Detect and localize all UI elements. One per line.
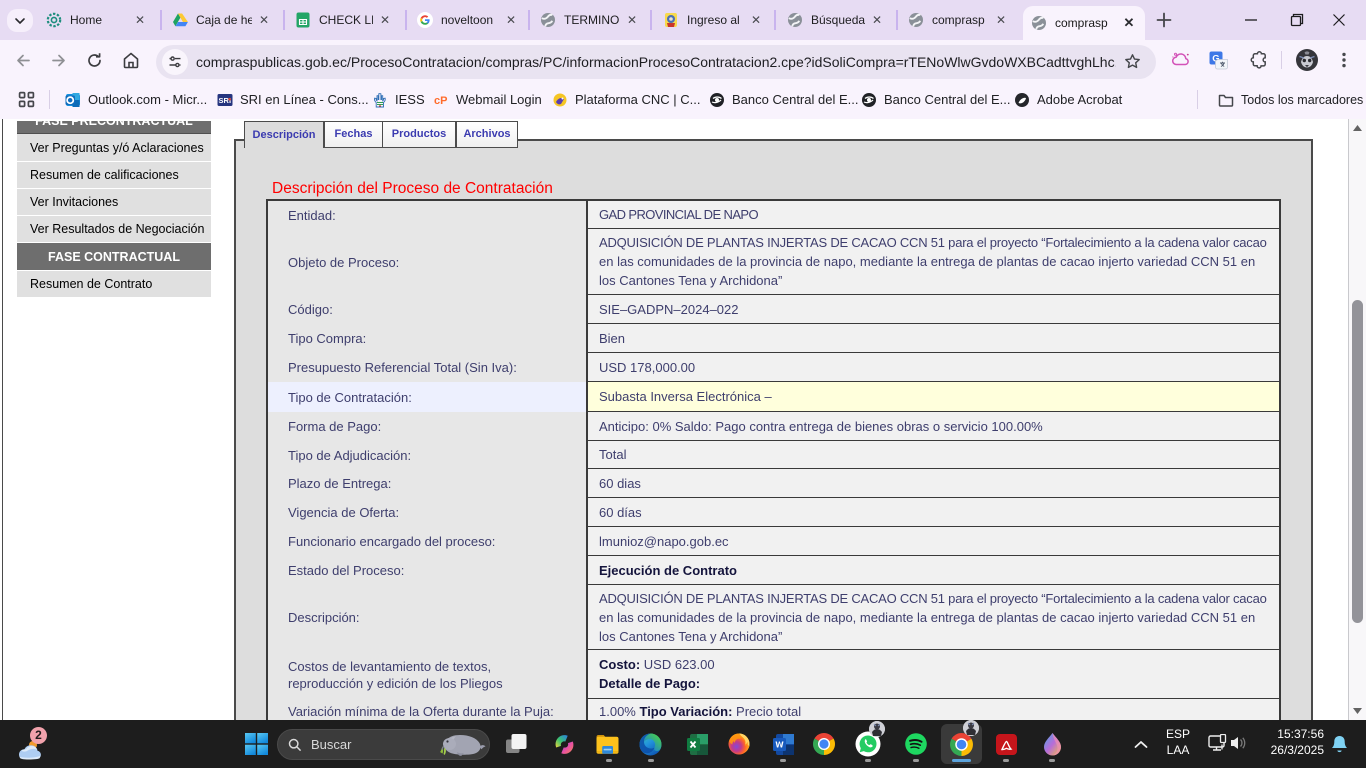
svg-text:SRI: SRI [219,96,232,105]
svg-text:cP: cP [434,95,447,107]
